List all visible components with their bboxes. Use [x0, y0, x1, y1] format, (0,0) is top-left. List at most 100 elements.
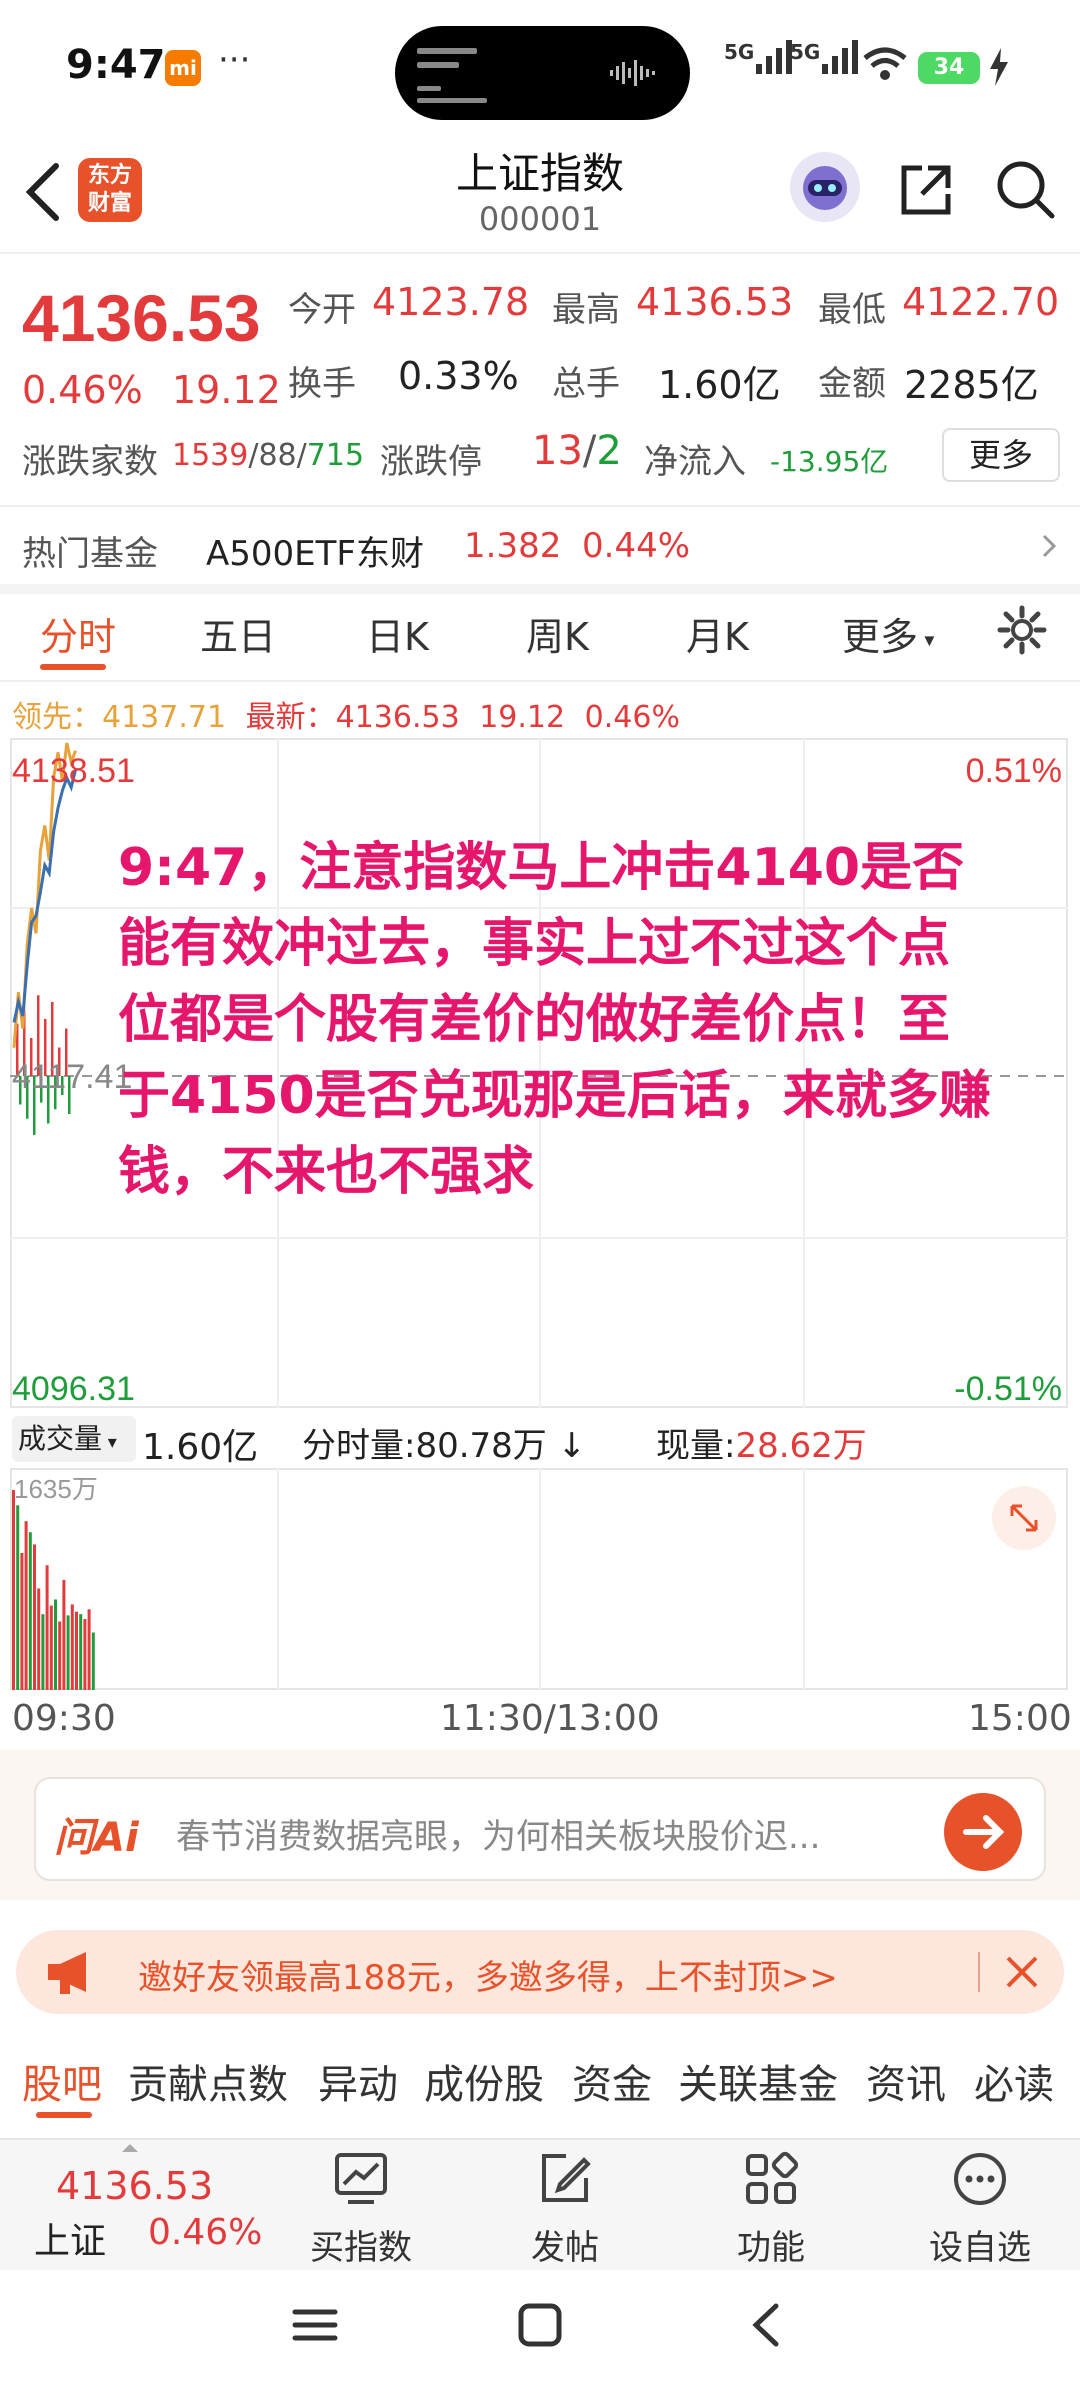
- status-bar: 9:47 mi ··· 5G 5G 34: [0, 0, 1080, 135]
- megaphone-icon: [48, 1952, 86, 1994]
- signal-2: 5G: [790, 40, 859, 74]
- promo-banner[interactable]: 邀好友领最高188元，多邀多得，上不封顶>>: [16, 1930, 1064, 2014]
- tab-underline: [40, 664, 106, 670]
- tab-news[interactable]: 资讯: [866, 2052, 946, 2110]
- change-value: 19.12: [172, 368, 281, 412]
- tab-more[interactable]: 更多 ▾: [842, 606, 934, 661]
- volume-bar: [62, 1579, 66, 1690]
- menu-nav-icon[interactable]: [290, 2300, 340, 2350]
- volume-chart[interactable]: 1635万: [10, 1468, 1068, 1690]
- axis-top-price: 4138.51: [12, 752, 135, 790]
- search-icon[interactable]: [994, 158, 1056, 220]
- bottom-tab-underline: [36, 2112, 92, 2118]
- netflow-label: 净流入: [644, 442, 746, 482]
- signal-1: 5G: [724, 40, 793, 74]
- add-favorite-button[interactable]: 设自选: [910, 2148, 1050, 2268]
- time-mid: 11:30/13:00: [440, 1698, 660, 1739]
- fund-name: A500ETF东财: [206, 534, 424, 574]
- hot-fund-label: 热门基金: [22, 534, 158, 574]
- current-volume: 现量:28.62万: [656, 1426, 867, 1466]
- tab-weekly-k[interactable]: 周K: [526, 606, 589, 661]
- open-value: 4123.78: [372, 280, 530, 324]
- volume-bar: [45, 1565, 49, 1690]
- low-label: 最低: [818, 290, 886, 330]
- settings-gear-icon[interactable]: [996, 604, 1048, 656]
- bottom-toolbar: 4136.53 上证 0.46% 买指数 发帖 功能 设自选: [0, 2138, 1080, 2270]
- volume-bar: [20, 1552, 24, 1690]
- toolbar-price: 4136.53: [56, 2164, 214, 2208]
- tab-guba[interactable]: 股吧: [22, 2052, 102, 2110]
- volume-bar: [83, 1619, 87, 1690]
- ai-assistant-avatar[interactable]: [790, 152, 860, 222]
- volume-bar: [66, 1615, 70, 1690]
- volume-bar: [58, 1621, 62, 1690]
- tab-monthly-k[interactable]: 月K: [686, 606, 749, 661]
- quote-more-button[interactable]: 更多: [942, 428, 1060, 482]
- caret-up-icon: [122, 2144, 138, 2152]
- dynamic-island[interactable]: [395, 26, 690, 120]
- edit-pen-icon: [542, 2154, 591, 2202]
- ai-search-box[interactable]: 问Ai 春节消费数据亮眼，为何相关板块股价迟...: [34, 1777, 1046, 1881]
- tab-five-day[interactable]: 五日: [200, 606, 276, 661]
- tab-constituents[interactable]: 成份股: [424, 2052, 544, 2110]
- axis-top-pct: 0.51%: [966, 752, 1062, 790]
- volume-bar: [79, 1614, 83, 1690]
- mi-app-icon: mi: [165, 50, 201, 86]
- post-button[interactable]: 发帖: [500, 2148, 630, 2268]
- ai-query-text[interactable]: 春节消费数据亮眼，为何相关板块股价迟...: [176, 1809, 956, 1858]
- tab-anomaly[interactable]: 异动: [318, 2052, 398, 2110]
- tab-daily-k[interactable]: 日K: [366, 606, 429, 661]
- share-icon[interactable]: [898, 160, 956, 218]
- volume-bar: [16, 1505, 20, 1690]
- volume-max-label: 1635万: [14, 1474, 98, 1504]
- netflow-value: -13.95亿: [770, 445, 889, 478]
- ai-submit-button[interactable]: [944, 1793, 1022, 1871]
- fund-pct: 0.44%: [582, 526, 691, 566]
- fund-price: 1.382: [464, 526, 562, 566]
- tab-related-funds[interactable]: 关联基金: [678, 2052, 838, 2110]
- home-nav-icon[interactable]: [515, 2300, 565, 2350]
- wifi-icon: [863, 47, 907, 80]
- functions-button[interactable]: 功能: [706, 2148, 836, 2268]
- tab-must-read[interactable]: 必读: [974, 2052, 1054, 2110]
- time-end: 15:00: [968, 1698, 1072, 1739]
- buy-index-button[interactable]: 买指数: [296, 2148, 426, 2268]
- amount-value: 2285亿: [904, 363, 1039, 407]
- more-notifications-icon: ···: [218, 40, 251, 80]
- tab-intraday[interactable]: 分时: [40, 606, 116, 661]
- turnover-value: 0.33%: [398, 354, 519, 398]
- limit-label: 涨跌停: [380, 442, 482, 482]
- volume-value: 1.60亿: [658, 363, 781, 407]
- volume-bar: [87, 1609, 91, 1690]
- turnover-label: 换手: [288, 364, 356, 404]
- clock: 9:47: [66, 42, 166, 88]
- hot-fund-row[interactable]: 热门基金 A500ETF东财 1.382 0.44%: [0, 508, 1080, 584]
- volume-label: 总手: [552, 364, 620, 404]
- back-nav-icon[interactable]: [742, 2300, 792, 2350]
- expand-button[interactable]: [992, 1486, 1056, 1550]
- signal-bars-icon: [822, 40, 859, 74]
- change-pct: 0.46%: [22, 368, 143, 412]
- battery-indicator: 34: [918, 52, 980, 84]
- volume-bar: [41, 1614, 45, 1690]
- toolbar-pct: 0.46%: [148, 2212, 263, 2253]
- chart-legend: 领先：4137.71 最新：4136.53 19.12 0.46%: [12, 700, 680, 735]
- audio-wave-icon: [610, 60, 655, 86]
- volume-bar: [24, 1521, 28, 1690]
- axis-bottom-price: 4096.31: [12, 1370, 135, 1408]
- tab-contribution[interactable]: 贡献点数: [128, 2052, 288, 2110]
- tab-funds-flow[interactable]: 资金: [572, 2052, 652, 2110]
- tick-volume: 分时量:80.78万 ↓: [302, 1426, 587, 1466]
- high-value: 4136.53: [636, 280, 794, 324]
- low-value: 4122.70: [902, 280, 1060, 324]
- volume-bar: [70, 1604, 74, 1690]
- promo-text: 邀好友领最高188元，多邀多得，上不封顶>>: [138, 1958, 838, 1998]
- volume-bar: [75, 1611, 78, 1690]
- signal-bars-icon: [756, 40, 793, 74]
- annotation-text: 9:47，注意指数马上冲击4140是否能有效冲过去，事实上过不过这个点位都是个股…: [118, 838, 991, 1202]
- volume-selector[interactable]: 成交量 ▾: [12, 1416, 136, 1462]
- more-circle-icon: [954, 2153, 1006, 2205]
- axis-bottom-pct: -0.51%: [954, 1370, 1062, 1408]
- volume-bar: [91, 1632, 95, 1690]
- close-icon[interactable]: [1002, 1952, 1042, 1992]
